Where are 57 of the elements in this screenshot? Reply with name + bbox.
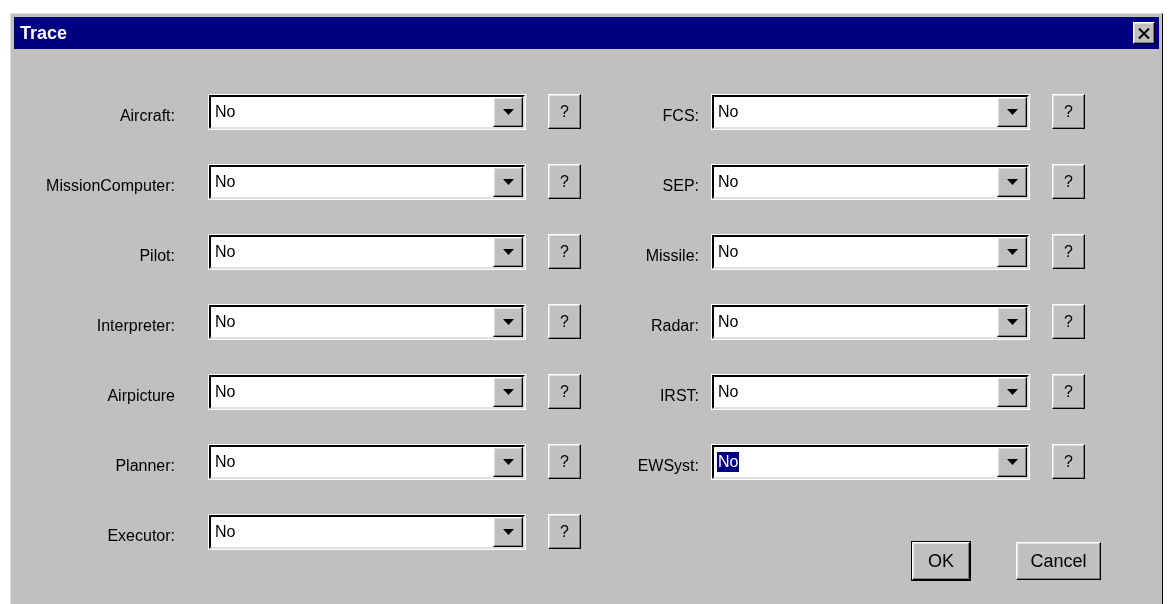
dropdown-field[interactable]: No	[712, 444, 1029, 479]
help-button[interactable]: ?	[1052, 444, 1085, 479]
dropdown-value: No	[717, 101, 740, 122]
field-label: Pilot:	[139, 246, 175, 265]
dropdown-field[interactable]: No	[712, 164, 1029, 199]
field-label: Executor:	[107, 526, 175, 545]
dropdown-field[interactable]: No	[209, 164, 525, 199]
help-button[interactable]: ?	[548, 444, 581, 479]
help-button[interactable]: ?	[1052, 164, 1085, 199]
dropdown-value: No	[214, 101, 237, 122]
dropdown-field[interactable]: No	[712, 234, 1029, 269]
dropdown-field[interactable]: No	[209, 444, 525, 479]
dropdown-field[interactable]: No	[712, 304, 1029, 339]
dropdown-field[interactable]: No	[209, 234, 525, 269]
dropdown-value: No	[214, 451, 237, 472]
field-label: Missile:	[645, 246, 699, 265]
dropdown-field[interactable]: No	[209, 514, 525, 549]
dropdown-field[interactable]: No	[209, 94, 525, 129]
close-icon	[1138, 27, 1150, 39]
help-button[interactable]: ?	[1052, 374, 1085, 409]
dropdown-value: No	[214, 171, 237, 192]
dropdown-value: No	[717, 311, 740, 332]
dropdown-field[interactable]: No	[712, 94, 1029, 129]
help-button[interactable]: ?	[548, 304, 581, 339]
dropdown-field[interactable]: No	[712, 374, 1029, 409]
help-button[interactable]: ?	[548, 164, 581, 199]
dropdown-field[interactable]: No	[209, 374, 525, 409]
dropdown-value: No	[214, 381, 237, 402]
help-button[interactable]: ?	[1052, 304, 1085, 339]
field-label: EWSyst:	[637, 456, 699, 475]
field-label: Aircraft:	[119, 106, 175, 125]
field-label: Airpicture	[107, 386, 175, 405]
field-label: Interpreter:	[96, 316, 175, 335]
window-title: Trace	[20, 22, 68, 44]
help-button[interactable]: ?	[1052, 94, 1085, 129]
help-button[interactable]: ?	[548, 234, 581, 269]
dropdown-value: No	[717, 381, 740, 402]
dropdown-value: No	[717, 171, 740, 192]
field-label: Planner:	[115, 456, 175, 475]
cancel-button[interactable]: Cancel	[1016, 542, 1101, 580]
help-button[interactable]: ?	[1052, 234, 1085, 269]
field-label: Radar:	[650, 316, 699, 335]
dropdown-value: No	[214, 311, 237, 332]
field-label: SEP:	[662, 176, 699, 195]
dropdown-value: No	[717, 241, 740, 262]
field-label: IRST:	[659, 386, 699, 405]
help-button[interactable]: ?	[548, 94, 581, 129]
field-label: FCS:	[662, 106, 699, 125]
close-button[interactable]	[1133, 22, 1155, 44]
field-label: MissionComputer:	[46, 176, 175, 195]
dropdown-value: No	[214, 521, 237, 542]
help-button[interactable]: ?	[548, 514, 581, 549]
ok-button[interactable]: OK	[912, 542, 970, 580]
dropdown-field[interactable]: No	[209, 304, 525, 339]
dropdown-value: No	[214, 241, 237, 262]
dropdown-value: No	[717, 451, 740, 472]
help-button[interactable]: ?	[548, 374, 581, 409]
